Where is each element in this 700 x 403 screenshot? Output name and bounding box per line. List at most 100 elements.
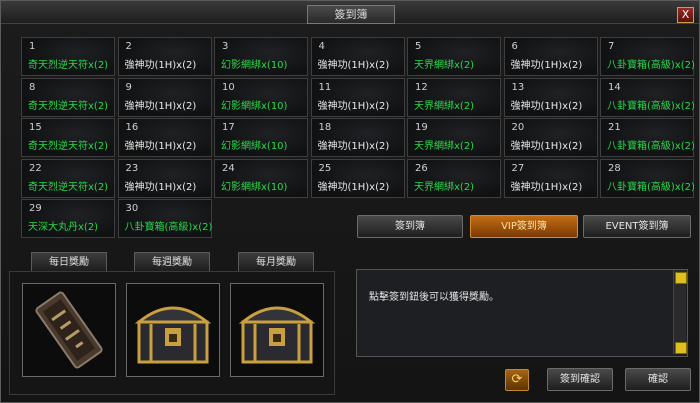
scroll-down-icon[interactable] — [675, 342, 687, 354]
day-cell: 4 強神功(1H)x(2) — [310, 37, 405, 76]
day-number: 15 — [29, 122, 42, 133]
day-cell: 18 強神功(1H)x(2) — [310, 118, 405, 157]
day-cell: 22 奇天烈逆天符x(2) — [21, 158, 115, 198]
day-reward-name: 強神功(1H)x(2) — [510, 181, 583, 193]
day-cell: 11 強神功(1H)x(2) — [310, 77, 405, 117]
day-cell: 2 強神功(1H)x(2) — [117, 37, 212, 76]
day-cell: 12 天界網綁x(2) — [407, 77, 501, 117]
day-reward-name: 天界網綁x(2) — [414, 60, 475, 71]
day-number: 27 — [511, 162, 525, 174]
day-number: 11 — [318, 81, 332, 93]
day-number: 29 — [29, 203, 42, 214]
daily-reward-slot[interactable] — [22, 283, 116, 377]
day-cell: 13 強神功(1H)x(2) — [503, 77, 598, 117]
day-reward-name: 強神功(1H)x(2) — [317, 141, 390, 152]
day-cell: 26 天界網綁x(2) — [407, 158, 501, 198]
day-cell: 6 強神功(1H)x(2) — [503, 37, 598, 76]
day-number: 14 — [608, 81, 621, 93]
day-cell: 29 天深大丸丹x(2) — [21, 199, 115, 238]
day-number: 6 — [511, 41, 518, 52]
day-reward-name: 強神功(1H)x(2) — [124, 100, 197, 112]
checkin-tab-button[interactable]: 簽到簿 — [357, 215, 463, 238]
vip-checkin-tab-button[interactable]: VIP簽到簿 — [470, 215, 578, 238]
day-number: 9 — [125, 81, 132, 93]
day-number: 5 — [415, 41, 422, 52]
weekly-reward-slot[interactable] — [126, 283, 220, 377]
day-reward-name: 幻影網綁x(10) — [221, 60, 288, 71]
confirm-checkin-button[interactable]: 簽到確認 — [547, 368, 613, 391]
message-box: 點擊簽到鈕後可以獲得獎勵。 — [356, 269, 688, 357]
day-number: 17 — [222, 122, 235, 133]
day-number: 7 — [608, 41, 615, 52]
day-cell: 19 天界網綁x(2) — [407, 118, 501, 157]
day-cell: 8 奇天烈逆天符x(2) — [21, 77, 115, 117]
day-reward-name: 強神功(1H)x(2) — [124, 141, 197, 152]
day-reward-name: 強神功(1H)x(2) — [510, 100, 583, 112]
day-number: 8 — [29, 81, 36, 93]
day-reward-name: 八卦寶箱(高級)x(2) — [607, 100, 695, 112]
day-number: 20 — [511, 122, 525, 133]
title-bar[interactable]: 簽到簿 X — [1, 1, 699, 24]
day-number: 12 — [415, 81, 428, 93]
day-cell: 30 八卦寶箱(高級)x(2) — [117, 199, 213, 238]
day-cell: 9 強神功(1H)x(2) — [117, 77, 212, 117]
scroll-up-icon[interactable] — [675, 272, 687, 284]
day-number: 16 — [125, 122, 139, 133]
day-cell: 24 幻影網綁x(10) — [214, 158, 308, 198]
day-cell: 5 天界網綁x(2) — [407, 37, 501, 76]
day-number: 23 — [125, 162, 139, 174]
window-title: 簽到簿 — [307, 5, 395, 24]
event-checkin-tab-button[interactable]: EVENT簽到簿 — [583, 215, 691, 238]
confirm-button[interactable]: 確認 — [625, 368, 691, 391]
day-reward-name: 奇天烈逆天符x(2) — [28, 100, 109, 112]
day-reward-name: 天界網綁x(2) — [414, 181, 475, 193]
message-scrollbar[interactable] — [673, 270, 687, 354]
day-reward-name: 奇天烈逆天符x(2) — [28, 141, 109, 152]
day-number: 28 — [608, 162, 621, 174]
day-reward-name: 強神功(1H)x(2) — [317, 181, 390, 193]
checkin-window: 簽到簿 X 1 奇天烈逆天符x(2) 2 強神功(1H)x(2) 3 幻影網綁x(10) 4… — [0, 0, 700, 403]
day-reward-name: 天界網綁x(2) — [414, 100, 475, 112]
day-cell: 1 奇天烈逆天符x(2) — [21, 37, 115, 76]
day-cell: 23 強神功(1H)x(2) — [117, 158, 212, 198]
day-number: 13 — [511, 81, 525, 93]
day-number: 22 — [29, 162, 42, 174]
day-cell: 15 奇天烈逆天符x(2) — [21, 118, 115, 157]
day-cell: 16 強神功(1H)x(2) — [117, 118, 212, 157]
monthly-reward-slot[interactable] — [230, 283, 324, 377]
day-number: 24 — [222, 162, 235, 174]
reward-panel — [9, 271, 335, 395]
day-number: 19 — [415, 122, 428, 133]
day-reward-name: 強神功(1H)x(2) — [510, 60, 583, 71]
talisman-icon — [35, 291, 103, 369]
treasure-chest-icon — [134, 306, 212, 364]
day-cell: 10 幻影網綁x(10) — [214, 77, 308, 117]
day-reward-name: 強神功(1H)x(2) — [124, 60, 197, 71]
message-text: 點擊簽到鈕後可以獲得獎勵。 — [369, 292, 499, 303]
day-cell: 27 強神功(1H)x(2) — [503, 158, 598, 198]
day-cell: 25 強神功(1H)x(2) — [310, 158, 405, 198]
day-number: 21 — [608, 122, 621, 133]
day-number: 18 — [318, 122, 332, 133]
day-reward-name: 幻影網綁x(10) — [221, 141, 288, 152]
day-reward-name: 奇天烈逆天符x(2) — [28, 181, 109, 193]
day-reward-name: 強神功(1H)x(2) — [317, 60, 390, 71]
day-reward-name: 天深大丸丹x(2) — [28, 222, 99, 233]
tab-weekly-reward[interactable]: 每週獎勵 — [134, 252, 210, 273]
day-reward-name: 強神功(1H)x(2) — [317, 100, 390, 112]
day-cell: 14 八卦寶箱(高級)x(2) — [600, 77, 695, 117]
day-reward-name: 幻影網綁x(10) — [221, 100, 288, 112]
day-number: 30 — [125, 203, 139, 214]
close-button[interactable]: X — [677, 7, 694, 23]
day-cell: 21 八卦寶箱(高級)x(2) — [600, 118, 695, 157]
day-reward-name: 八卦寶箱(高級)x(2) — [607, 181, 695, 193]
treasure-chest-icon — [238, 306, 316, 364]
day-reward-name: 幻影網綁x(10) — [221, 181, 288, 193]
day-reward-name: 八卦寶箱(高級)x(2) — [124, 222, 213, 233]
day-cell: 20 強神功(1H)x(2) — [503, 118, 598, 157]
refresh-icon[interactable]: ⟳ — [505, 369, 529, 391]
tab-daily-reward[interactable]: 每日獎勵 — [31, 252, 107, 273]
tab-monthly-reward[interactable]: 每月獎勵 — [238, 252, 314, 273]
day-number: 4 — [318, 41, 325, 52]
day-reward-name: 強神功(1H)x(2) — [510, 141, 583, 152]
